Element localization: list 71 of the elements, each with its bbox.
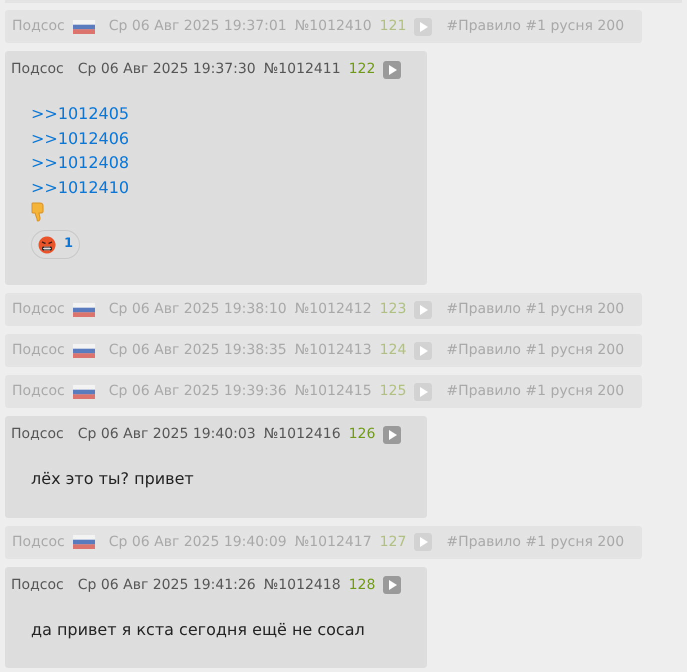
- post-date: Ср 06 Авг 2025 19:38:10: [108, 300, 287, 319]
- hide-reason: #Правило #1 русня 200: [446, 532, 624, 552]
- post-number[interactable]: №1012415: [294, 381, 372, 402]
- poster-name: Подсос: [12, 17, 65, 36]
- play-button[interactable]: [383, 60, 402, 78]
- post-number[interactable]: №1012411: [264, 59, 341, 80]
- post-date: Ср 06 Авг 2025 19:37:01: [108, 17, 287, 36]
- play-icon: [388, 430, 397, 440]
- reply-link[interactable]: >>1012405: [31, 102, 130, 126]
- hide-reason: #Правило #1 русня 200: [446, 382, 624, 401]
- hide-reason: #Правило #1 русня 200: [446, 17, 624, 36]
- post-number[interactable]: №1012417: [294, 532, 372, 552]
- post-text: да привет я кста сегодня ещё не сосал: [31, 618, 366, 640]
- post-index: 123: [380, 300, 406, 319]
- play-button[interactable]: [383, 576, 402, 594]
- post-index: 122: [348, 60, 376, 79]
- post-date: Ср 06 Авг 2025 19:40:03: [78, 425, 256, 444]
- post-index: 125: [380, 382, 406, 401]
- play-icon: [418, 304, 428, 314]
- post-date: Ср 06 Авг 2025 19:37:30: [78, 60, 256, 79]
- reaction-button[interactable]: 1: [31, 230, 80, 259]
- hidden-post[interactable]: Подсос Ср 06 Авг 2025 19:37:01 №1012410 121 #Правило #1 русня 200: [5, 10, 642, 43]
- play-button[interactable]: [414, 342, 432, 360]
- post-number[interactable]: №1012412: [294, 299, 372, 320]
- play-button[interactable]: [414, 300, 432, 318]
- hidden-post[interactable]: Подсос Ср 06 Авг 2025 19:38:10 №1012412 123 #Правило #1 русня 200: [5, 293, 642, 326]
- post-number[interactable]: №1012413: [294, 340, 372, 361]
- post-text: лёх это ты? привет: [31, 468, 195, 490]
- play-icon: [418, 346, 428, 356]
- post-date: Ср 06 Авг 2025 19:38:35: [108, 341, 287, 360]
- play-button[interactable]: [414, 533, 432, 551]
- poster-name: Подсос: [12, 382, 65, 401]
- play-icon: [388, 64, 397, 74]
- play-icon: [418, 537, 428, 547]
- play-icon: [418, 386, 428, 396]
- reply-link[interactable]: >>1012410: [31, 176, 130, 200]
- hide-reason: #Правило #1 русня 200: [446, 341, 624, 360]
- post-index: 121: [380, 17, 406, 36]
- poster-name: Подсос: [12, 341, 65, 360]
- play-button[interactable]: [414, 382, 432, 400]
- angry-face-icon: [38, 236, 56, 254]
- poster-name: Подсос: [11, 60, 64, 79]
- poster-name: Подсос: [11, 576, 64, 594]
- play-icon: [388, 580, 397, 590]
- post-index: 124: [380, 341, 406, 360]
- flag-icon: [72, 344, 95, 358]
- play-button[interactable]: [383, 426, 402, 444]
- post-date: Ср 06 Авг 2025 19:39:36: [108, 382, 287, 401]
- hidden-post[interactable]: Подсос Ср 06 Авг 2025 19:40:09 №1012417 127 #Правило #1 русня 200: [5, 526, 642, 558]
- post-date: Ср 06 Авг 2025 19:41:26: [78, 576, 256, 594]
- post-number[interactable]: №1012418: [264, 574, 341, 596]
- poster-name: Подсос: [12, 532, 65, 552]
- poster-name: Подсос: [12, 300, 65, 319]
- play-icon: [418, 22, 428, 32]
- post-index: 128: [348, 576, 376, 594]
- flag-icon: [72, 302, 95, 316]
- hide-reason: #Правило #1 русня 200: [446, 300, 624, 319]
- post-number[interactable]: №1012410: [294, 16, 372, 37]
- reply-link[interactable]: >>1012406: [31, 126, 130, 151]
- reply-link[interactable]: >>1012408: [31, 151, 130, 176]
- hidden-post[interactable]: Подсос Ср 06 Авг 2025 19:38:35 №1012413 124 #Правило #1 русня 200: [5, 334, 642, 367]
- flag-icon: [72, 20, 95, 34]
- poster-name: Подсос: [11, 425, 64, 444]
- post-index: 126: [348, 425, 376, 444]
- flag-icon: [72, 535, 95, 549]
- post-index: 127: [380, 532, 406, 552]
- play-button[interactable]: [414, 18, 432, 36]
- post-date: Ср 06 Авг 2025 19:40:09: [108, 532, 287, 552]
- hidden-post[interactable]: Подсос Ср 06 Авг 2025 19:39:36 №1012415 125 #Правило #1 русня 200: [5, 375, 642, 408]
- post-number[interactable]: №1012416: [264, 424, 341, 445]
- flag-icon: [72, 384, 95, 398]
